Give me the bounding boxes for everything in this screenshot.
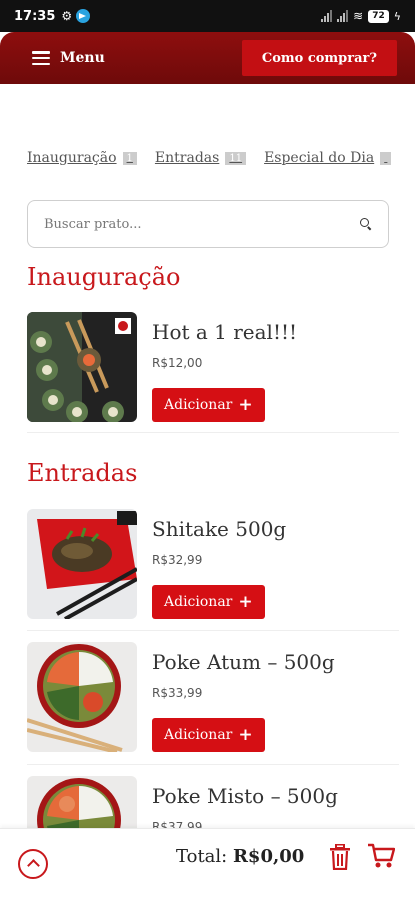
telegram-icon bbox=[76, 9, 91, 23]
status-right: ≋ 72 ϟ bbox=[321, 9, 401, 23]
search-box bbox=[27, 200, 389, 248]
menu-button[interactable]: Menu bbox=[32, 50, 105, 66]
how-to-buy-button[interactable]: Como comprar? bbox=[241, 40, 397, 76]
search-input[interactable] bbox=[44, 216, 360, 232]
dish-name: Shitake 500g bbox=[152, 517, 287, 541]
search-icon[interactable] bbox=[360, 218, 372, 230]
signal-icon bbox=[321, 10, 333, 22]
add-button-label: Adicionar bbox=[164, 594, 233, 610]
plus-icon: + bbox=[238, 725, 253, 745]
dish-image-hot-roll bbox=[27, 312, 137, 422]
dish-name: Hot a 1 real!!! bbox=[152, 320, 298, 344]
category-link-especial-do-dia[interactable]: Especial do Dia bbox=[264, 146, 392, 170]
divider bbox=[27, 432, 399, 433]
dish-image-shitake bbox=[27, 509, 137, 619]
signal-icon-2 bbox=[337, 10, 349, 22]
dish-name: Poke Atum – 500g bbox=[152, 650, 335, 674]
menu-item: Shitake 500g R$32,99 Adicionar + bbox=[27, 509, 399, 621]
add-button[interactable]: Adicionar + bbox=[152, 585, 265, 619]
dish-price: R$33,99 bbox=[152, 686, 203, 700]
divider bbox=[27, 764, 399, 765]
status-icons: ⚙ bbox=[61, 9, 91, 23]
dish-price: R$12,00 bbox=[152, 356, 203, 370]
dish-price: R$32,99 bbox=[152, 553, 203, 567]
category-link-label: Inauguração bbox=[27, 150, 117, 166]
charging-icon: ϟ bbox=[393, 9, 401, 23]
menu-item: Hot a 1 real!!! R$12,00 Adicionar + bbox=[27, 312, 399, 424]
battery-icon: 72 bbox=[368, 9, 389, 23]
trash-icon[interactable] bbox=[329, 844, 351, 870]
category-link-inauguracao[interactable]: Inauguração 1 bbox=[27, 146, 137, 170]
category-link-label: Entradas bbox=[154, 150, 220, 166]
status-bar: 17:35 ⚙ ≋ 72 ϟ bbox=[0, 0, 415, 32]
section-title-inauguracao: Inauguração bbox=[27, 263, 181, 291]
total-label: Total: bbox=[176, 846, 228, 867]
plus-icon: + bbox=[238, 592, 253, 612]
menu-icon bbox=[32, 51, 50, 65]
plus-icon: + bbox=[238, 395, 253, 415]
menu-label: Menu bbox=[60, 50, 105, 66]
category-link-entradas[interactable]: Entradas 11 bbox=[154, 146, 247, 170]
category-count-badge: 11 bbox=[225, 151, 247, 165]
section-title-entradas: Entradas bbox=[27, 459, 138, 487]
add-button[interactable]: Adicionar + bbox=[152, 388, 265, 422]
add-button-label: Adicionar bbox=[164, 727, 233, 743]
cart-icon[interactable] bbox=[367, 843, 395, 869]
cart-total: Total: R$0,00 bbox=[176, 846, 304, 867]
dish-image-poke-atum bbox=[27, 642, 137, 752]
divider bbox=[27, 630, 399, 631]
dish-name: Poke Misto – 500g bbox=[152, 784, 338, 808]
add-button[interactable]: Adicionar + bbox=[152, 718, 265, 752]
app-header: Menu Como comprar? bbox=[0, 32, 415, 84]
settings-icon: ⚙ bbox=[61, 9, 73, 23]
category-link-label: Especial do Dia bbox=[264, 150, 375, 166]
category-count-badge: 1 bbox=[122, 151, 137, 165]
category-nav: Inauguração 1 Entradas 11 Especial do Di… bbox=[27, 146, 415, 170]
menu-item: Poke Atum – 500g R$33,99 Adicionar + bbox=[27, 642, 399, 754]
total-value: R$0,00 bbox=[232, 846, 305, 867]
cart-bar: Total: R$0,00 bbox=[0, 828, 415, 900]
status-time: 17:35 bbox=[14, 8, 56, 24]
category-count-badge bbox=[380, 151, 392, 165]
add-button-label: Adicionar bbox=[164, 397, 233, 413]
scroll-up-icon[interactable] bbox=[18, 849, 48, 879]
wifi-icon: ≋ bbox=[353, 9, 364, 23]
